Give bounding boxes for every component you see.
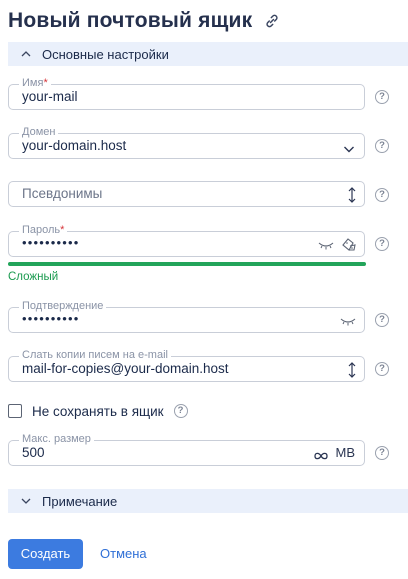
name-field[interactable]: Имя* your-mail <box>8 77 365 110</box>
dont-save-checkbox[interactable] <box>8 404 22 418</box>
chevron-down-icon <box>20 495 32 507</box>
confirm-password-field[interactable]: Подтверждение •••••••••• <box>8 300 365 333</box>
password-strength-bar <box>8 262 366 266</box>
copies-value: mail-for-copies@your-domain.host <box>22 361 229 376</box>
domain-select[interactable]: Домен your-domain.host <box>8 126 365 159</box>
help-icon-name[interactable]: ? <box>375 90 389 104</box>
confirm-value: •••••••••• <box>22 311 80 326</box>
eye-closed-icon[interactable] <box>318 238 334 256</box>
password-field[interactable]: Пароль* •••••••••• <box>8 224 365 257</box>
domain-value: your-domain.host <box>22 138 127 153</box>
chevron-up-icon <box>20 48 32 60</box>
section-main-settings[interactable]: Основные настройки <box>8 42 408 66</box>
link-icon[interactable] <box>264 13 280 29</box>
password-value: •••••••••• <box>22 235 80 250</box>
section-note-label: Примечание <box>42 493 118 509</box>
password-generate-icon[interactable] <box>341 236 357 257</box>
help-icon-dont-save[interactable]: ? <box>173 404 188 418</box>
dont-save-label[interactable]: Не сохранять в ящик <box>32 404 164 419</box>
max-size-value: 500 <box>22 445 45 460</box>
max-size-field[interactable]: Макс. размер 500 MB <box>8 433 365 466</box>
infinity-icon[interactable] <box>314 448 328 466</box>
help-icon-confirm[interactable]: ? <box>375 313 389 327</box>
help-icon-copies[interactable]: ? <box>375 362 389 376</box>
cancel-button[interactable]: Отмена <box>100 539 147 569</box>
aliases-placeholder: Псевдонимы <box>22 186 103 201</box>
dont-save-row: Не сохранять в ящик ? <box>8 402 188 420</box>
page-header: Новый почтовый ящик <box>8 6 280 36</box>
chevron-down-icon[interactable] <box>343 141 355 159</box>
copies-email-field[interactable]: Слать копии писем на e-mail mail-for-cop… <box>8 349 365 384</box>
help-icon-password[interactable]: ? <box>375 237 389 251</box>
help-icon-domain[interactable]: ? <box>375 139 389 153</box>
help-icon-aliases[interactable]: ? <box>375 188 389 202</box>
sort-arrows-icon[interactable] <box>347 361 357 384</box>
name-value: your-mail <box>22 89 78 104</box>
sort-arrows-icon[interactable] <box>347 186 357 209</box>
help-icon-max-size[interactable]: ? <box>375 446 389 460</box>
create-button[interactable]: Создать <box>8 539 83 569</box>
aliases-field[interactable]: Псевдонимы <box>8 181 365 207</box>
section-note[interactable]: Примечание <box>8 489 408 513</box>
section-main-settings-label: Основные настройки <box>42 46 169 62</box>
page-title: Новый почтовый ящик <box>8 9 253 32</box>
required-mark: * <box>43 77 48 89</box>
password-strength-text: Сложный <box>8 271 59 283</box>
max-size-unit: MB <box>335 445 356 460</box>
eye-closed-icon[interactable] <box>340 314 356 332</box>
